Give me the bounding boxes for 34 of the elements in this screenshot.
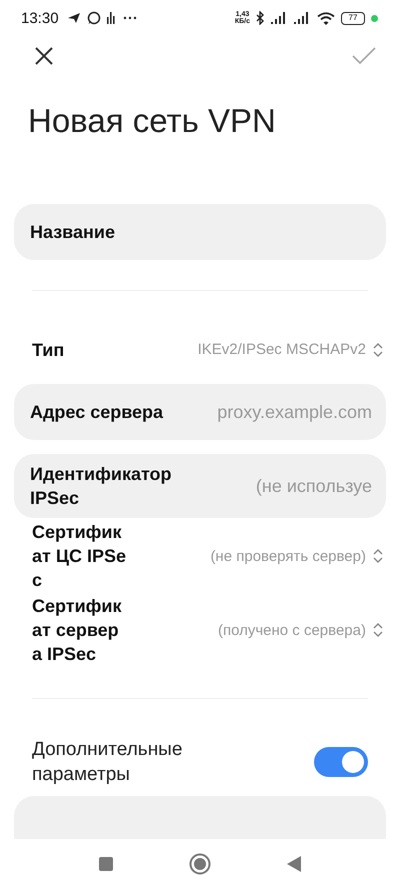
field-label: Тип <box>32 338 66 362</box>
dropdown[interactable]: (не проверять сервер) <box>210 548 384 564</box>
status-dot <box>371 14 378 22</box>
up-down-chevron-icon <box>372 622 384 638</box>
more-icon <box>122 16 137 20</box>
field-label: Сертификат ЦС IPSec <box>32 521 127 592</box>
clock: 13:30 <box>21 10 59 26</box>
up-down-chevron-icon <box>372 548 384 564</box>
send-icon <box>66 12 81 24</box>
bluetooth-icon <box>256 11 265 25</box>
dropdown[interactable]: IKEv2/IPSec MSCHAPv2 <box>198 341 384 358</box>
chat-bubble-icon <box>86 11 101 25</box>
up-down-chevron-icon <box>372 342 384 358</box>
field-label: Адрес сервера <box>30 401 164 424</box>
dropdown[interactable]: (получено с сервера) <box>218 622 384 638</box>
text-field[interactable]: proxy.example.com <box>173 402 372 422</box>
home-icon[interactable] <box>189 853 211 875</box>
wifi-icon <box>317 12 335 24</box>
toggle-switch[interactable] <box>314 746 368 776</box>
text-field[interactable]: Название <box>14 204 386 260</box>
page-title: Новая сеть VPN <box>28 102 277 141</box>
field-label: Идентификатор IPSec <box>30 463 173 510</box>
confirm-check-icon[interactable] <box>352 47 376 65</box>
text-field[interactable]: (не используе <box>210 476 372 496</box>
battery-level: 77 <box>348 14 358 22</box>
recent-apps-icon[interactable] <box>98 856 114 872</box>
signal-icon <box>271 12 288 24</box>
field-label: Сертификат сервера IPSec <box>32 595 122 666</box>
equalizer-icon <box>106 12 117 24</box>
signal-icon <box>294 12 311 24</box>
field-label: Название <box>30 221 115 244</box>
close-icon[interactable] <box>34 46 54 66</box>
field-label: Дополнительные параметры <box>32 738 184 786</box>
back-icon[interactable] <box>286 855 302 873</box>
